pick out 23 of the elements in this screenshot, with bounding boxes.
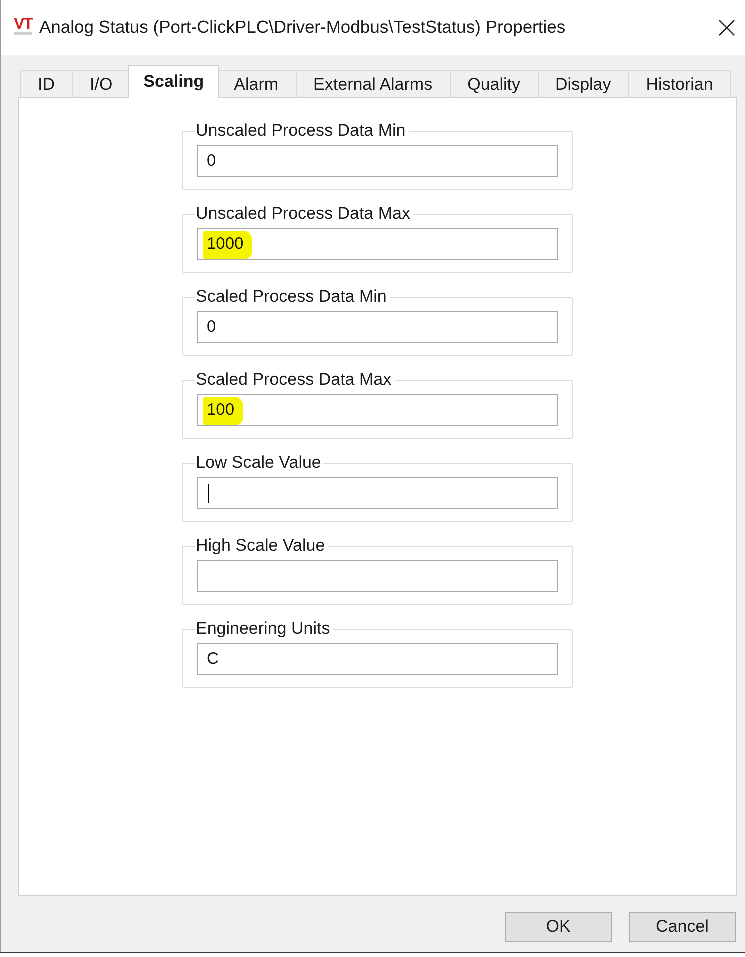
field-label: Unscaled Process Data Min: [195, 122, 407, 140]
field-label: Engineering Units: [195, 620, 332, 638]
field-label: High Scale Value: [195, 537, 326, 555]
input-field[interactable]: 1000: [197, 228, 558, 260]
dialog-button[interactable]: OK: [505, 912, 612, 942]
input-field[interactable]: 0: [197, 145, 558, 177]
input-field[interactable]: 100: [197, 394, 558, 426]
field-label: Scaled Process Data Max: [195, 371, 393, 389]
window-title: Analog Status (Port-ClickPLC\Driver-Modbus\TestStatus) Properties: [39, 17, 566, 38]
input-field[interactable]: C: [197, 643, 558, 675]
field-label: Scaled Process Data Min: [195, 288, 388, 306]
field-label: Low Scale Value: [195, 454, 322, 472]
close-icon: [719, 20, 735, 36]
tab[interactable]: Scaling: [128, 65, 220, 98]
tab[interactable]: Historian: [628, 70, 732, 98]
field-label: Unscaled Process Data Max: [195, 205, 412, 223]
app-logo: VT: [14, 16, 32, 34]
close-button[interactable]: [718, 18, 736, 36]
tab[interactable]: ID: [20, 70, 73, 98]
dialog-button[interactable]: Cancel: [629, 912, 736, 942]
input-field[interactable]: [197, 477, 558, 509]
input-field[interactable]: 0: [197, 311, 558, 343]
input-field[interactable]: [197, 560, 558, 592]
